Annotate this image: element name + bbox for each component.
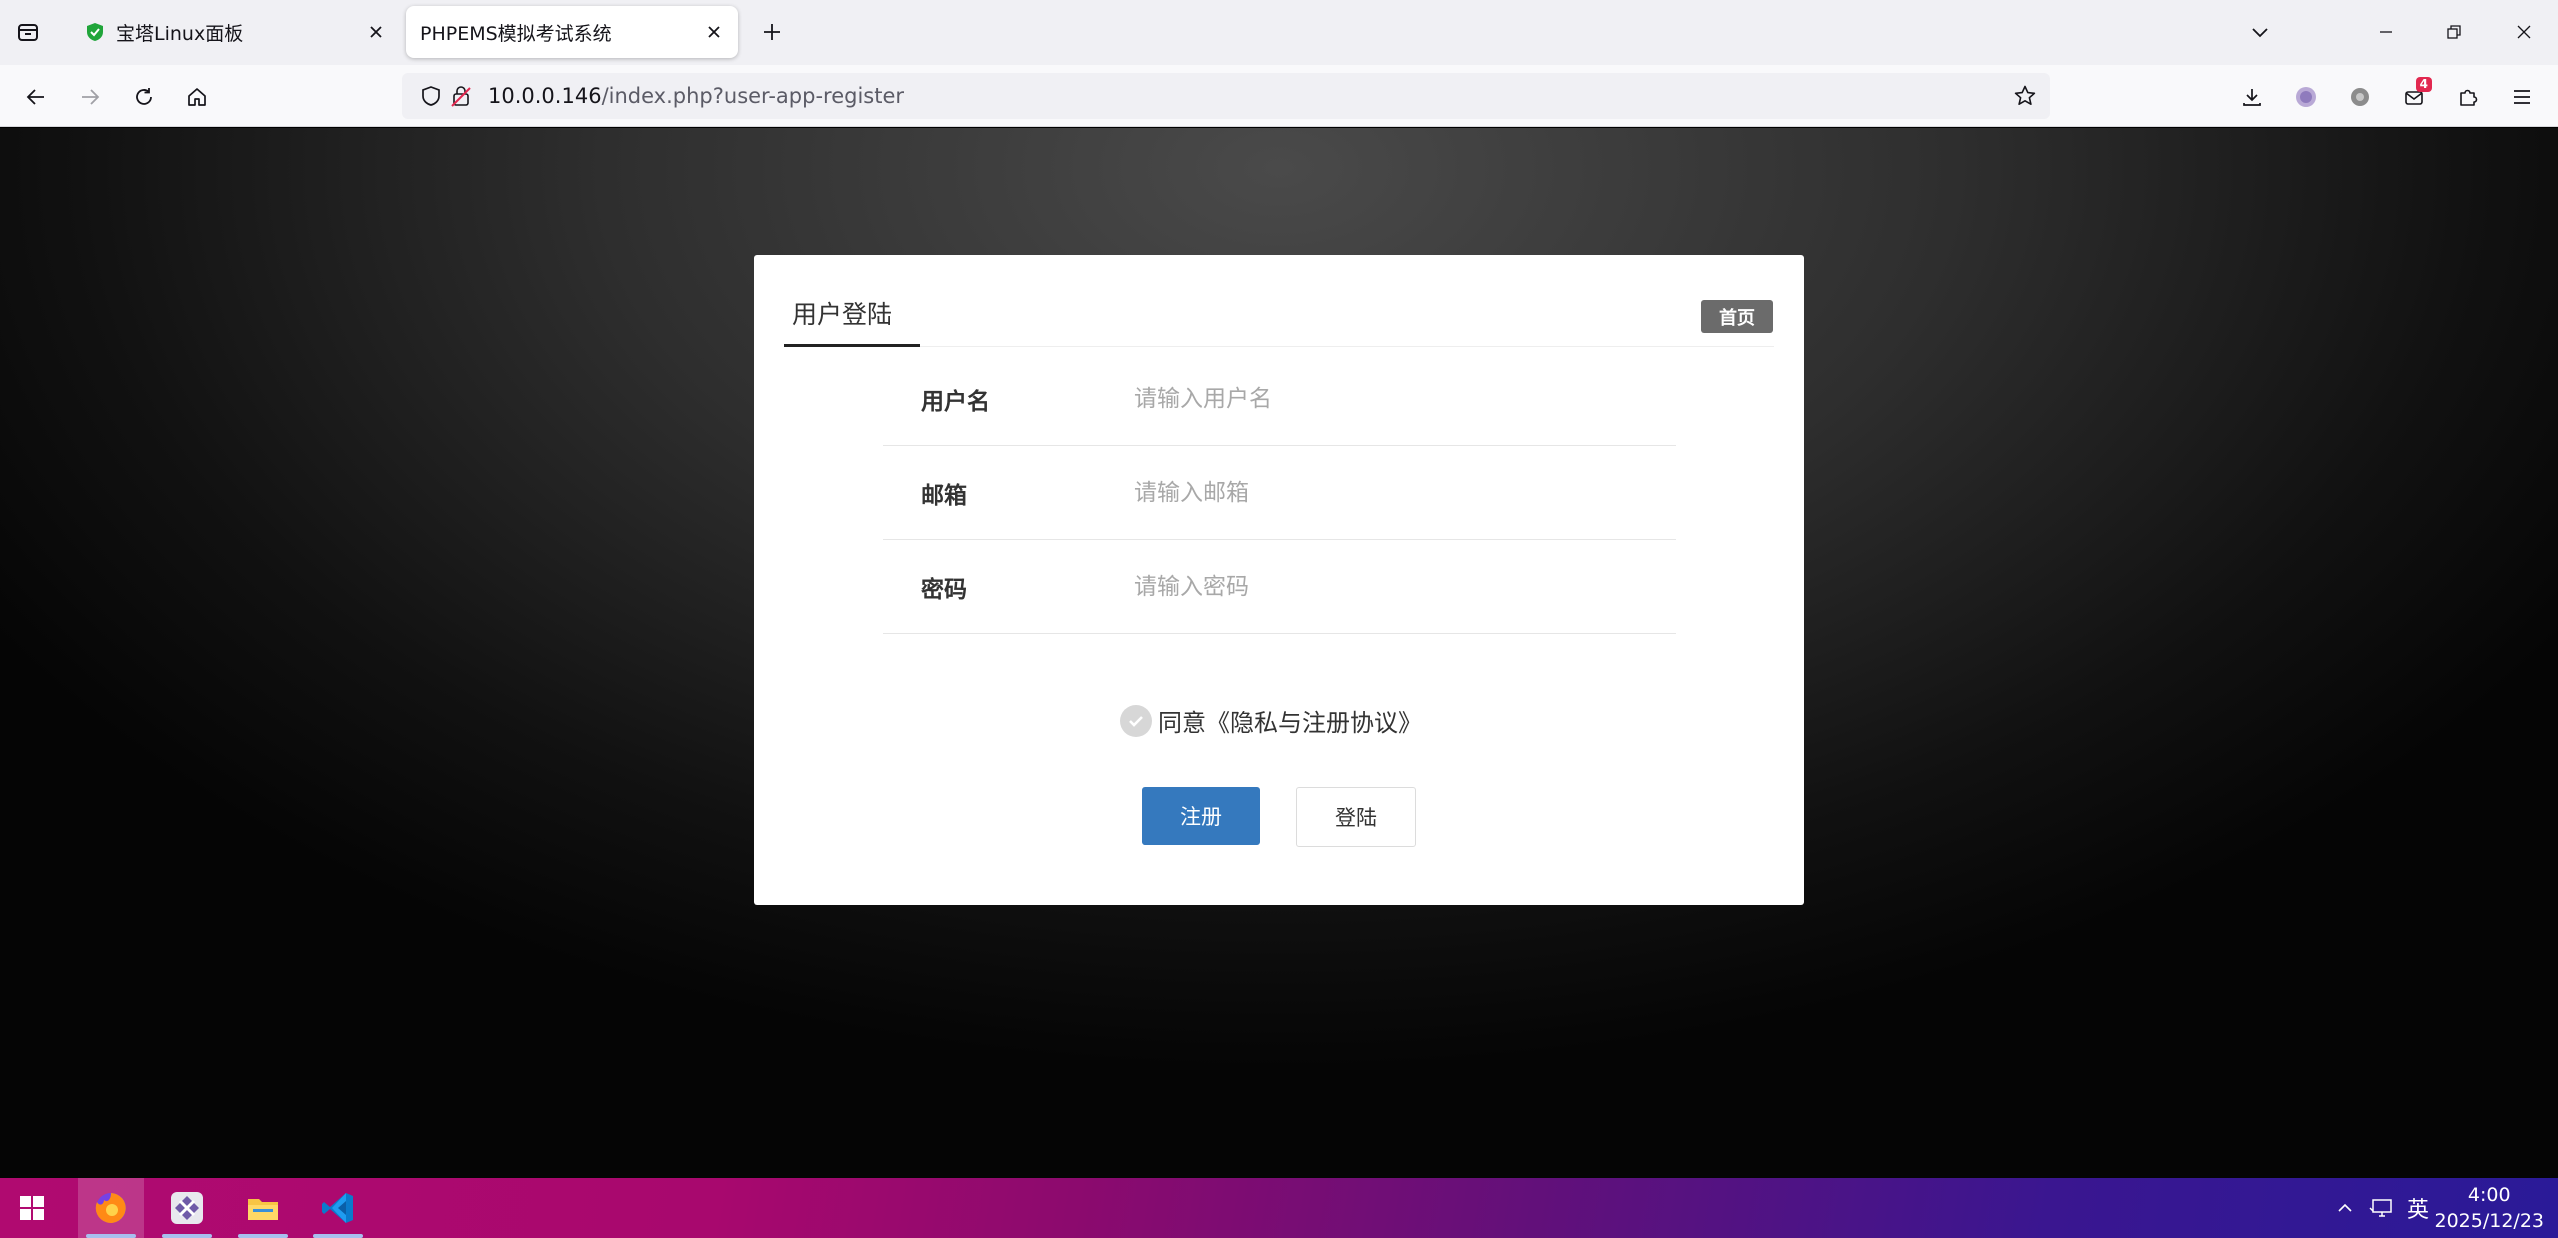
show-hidden-icons-button[interactable] bbox=[2330, 1190, 2360, 1226]
puzzle-icon bbox=[2460, 89, 2478, 106]
active-app-indicator bbox=[86, 1234, 136, 1238]
taskbar-file-explorer[interactable] bbox=[230, 1178, 296, 1238]
clock-time: 4:00 bbox=[2467, 1184, 2511, 1206]
app-x-icon bbox=[171, 1192, 203, 1224]
extension-circle-icon bbox=[2296, 87, 2316, 107]
close-tab-button[interactable] bbox=[362, 18, 390, 46]
url-host: 10.0.0.146 bbox=[488, 84, 602, 108]
extension-gear-button[interactable] bbox=[2340, 77, 2380, 117]
list-all-tabs-button[interactable] bbox=[2238, 10, 2282, 54]
windows-logo-icon bbox=[20, 1196, 44, 1220]
home-icon bbox=[188, 88, 206, 106]
input-language-indicator: 英 bbox=[2406, 1198, 2429, 1223]
tab-list-icon bbox=[18, 24, 38, 41]
close-icon bbox=[2517, 25, 2531, 39]
home-button[interactable] bbox=[177, 77, 217, 117]
extension-purple-button[interactable] bbox=[2286, 77, 2326, 117]
browser-nav-bar: 10.0.0.146/index.php?user-app-register 4 bbox=[0, 65, 2558, 127]
tab-title: PHPEMS模拟考试系统 bbox=[420, 22, 612, 45]
close-icon bbox=[708, 26, 720, 38]
reload-button[interactable] bbox=[124, 77, 164, 117]
app-running-indicator bbox=[162, 1234, 212, 1238]
input-language-button[interactable]: 英 bbox=[2400, 1190, 2436, 1226]
tab-user-login[interactable]: 用户登陆 bbox=[784, 295, 900, 345]
tracking-protection-shield-icon[interactable] bbox=[416, 81, 446, 111]
file-explorer-icon bbox=[248, 1199, 278, 1220]
reload-icon bbox=[136, 88, 152, 105]
username-label: 用户名 bbox=[921, 388, 990, 415]
back-button[interactable] bbox=[16, 77, 56, 117]
username-input[interactable] bbox=[1134, 385, 1676, 412]
taskbar-firefox[interactable] bbox=[78, 1178, 144, 1238]
close-tab-button[interactable] bbox=[700, 18, 728, 46]
start-button[interactable] bbox=[14, 1190, 50, 1226]
taskbar-vscode[interactable] bbox=[305, 1178, 371, 1238]
extension-notification-button[interactable]: 4 bbox=[2394, 77, 2434, 117]
minimize-icon bbox=[2380, 31, 2392, 33]
tab-baota-panel[interactable]: 宝塔Linux面板 bbox=[70, 6, 400, 58]
clock-date: 2025/12/23 bbox=[2434, 1210, 2544, 1232]
minimize-button[interactable] bbox=[2364, 10, 2408, 54]
password-label: 密码 bbox=[921, 576, 967, 603]
vscode-icon bbox=[322, 1193, 353, 1223]
network-icon bbox=[2369, 1199, 2392, 1217]
windows-taskbar: 英 4:00 2025/12/23 bbox=[0, 1178, 2558, 1238]
password-input[interactable] bbox=[1134, 573, 1676, 600]
arrow-right-icon bbox=[82, 89, 100, 105]
card-divider bbox=[784, 346, 1774, 347]
address-bar[interactable]: 10.0.0.146/index.php?user-app-register bbox=[402, 73, 2050, 119]
login-button[interactable]: 登陆 bbox=[1296, 787, 1416, 847]
firefox-icon bbox=[95, 1193, 126, 1223]
browser-tab-bar: 宝塔Linux面板 PHPEMS模拟考试系统 bbox=[0, 0, 2558, 65]
restore-icon bbox=[2447, 25, 2461, 39]
agreement-label: 同意《隐私与注册协议》 bbox=[1158, 709, 1422, 737]
tab-list-button[interactable] bbox=[10, 14, 46, 50]
hamburger-menu-icon bbox=[2514, 90, 2530, 104]
close-window-button[interactable] bbox=[2502, 10, 2546, 54]
star-icon bbox=[2014, 85, 2036, 105]
network-button[interactable] bbox=[2366, 1190, 2396, 1226]
forward-button[interactable] bbox=[70, 77, 110, 117]
taskbar-app[interactable] bbox=[154, 1178, 220, 1238]
downloads-button[interactable] bbox=[2232, 77, 2272, 117]
username-row: 用户名 bbox=[883, 352, 1676, 446]
notification-badge: 4 bbox=[2415, 77, 2432, 92]
extensions-button[interactable] bbox=[2448, 77, 2488, 117]
url-text[interactable]: 10.0.0.146/index.php?user-app-register bbox=[488, 84, 904, 108]
agreement-checkbox[interactable]: 同意《隐私与注册协议》 bbox=[1120, 703, 1422, 738]
insecure-lock-icon[interactable] bbox=[446, 81, 476, 111]
plus-icon bbox=[764, 24, 780, 40]
register-card: 用户登陆 首页 用户名 邮箱 密码 同意《隐私与注册协议》 注册 登陆 bbox=[754, 255, 1804, 905]
arrow-left-icon bbox=[26, 89, 44, 105]
home-link-button[interactable]: 首页 bbox=[1701, 300, 1773, 333]
register-button[interactable]: 注册 bbox=[1142, 787, 1260, 845]
app-menu-button[interactable] bbox=[2502, 77, 2542, 117]
bookmark-button[interactable] bbox=[2010, 81, 2040, 111]
email-input[interactable] bbox=[1134, 479, 1676, 506]
url-path: /index.php?user-app-register bbox=[601, 84, 905, 108]
tab-title: 宝塔Linux面板 bbox=[116, 22, 244, 45]
email-label: 邮箱 bbox=[921, 482, 967, 509]
extension-gear-icon bbox=[2351, 88, 2369, 106]
system-clock[interactable]: 4:00 2025/12/23 bbox=[2434, 1182, 2544, 1234]
download-icon bbox=[2243, 89, 2261, 106]
tab-phpems[interactable]: PHPEMS模拟考试系统 bbox=[406, 6, 738, 58]
password-row: 密码 bbox=[883, 540, 1676, 634]
check-icon bbox=[1120, 704, 1152, 737]
chevron-down-icon bbox=[2252, 28, 2268, 38]
shield-icon bbox=[86, 22, 104, 42]
new-tab-button[interactable] bbox=[756, 16, 788, 48]
app-running-indicator bbox=[313, 1234, 363, 1238]
active-tab-underline bbox=[784, 344, 920, 347]
restore-button[interactable] bbox=[2432, 10, 2476, 54]
close-icon bbox=[370, 26, 382, 38]
page-viewport: 用户登陆 首页 用户名 邮箱 密码 同意《隐私与注册协议》 注册 登陆 bbox=[0, 128, 2558, 1178]
chevron-up-icon bbox=[2338, 1203, 2352, 1212]
email-row: 邮箱 bbox=[883, 446, 1676, 540]
app-running-indicator bbox=[238, 1234, 288, 1238]
